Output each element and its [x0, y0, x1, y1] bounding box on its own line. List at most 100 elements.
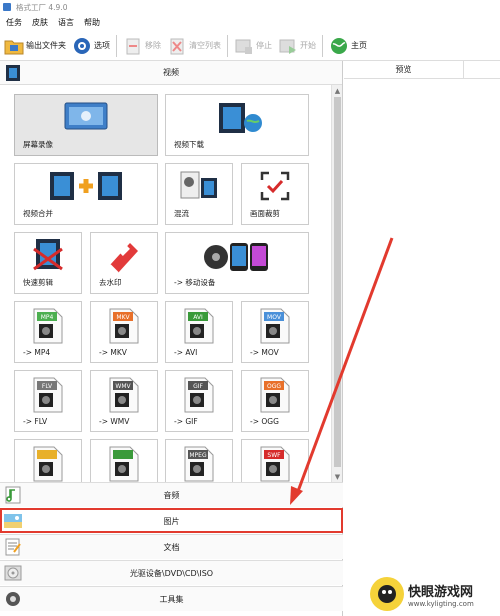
preview-column[interactable]: 预览 — [344, 60, 464, 79]
clear-list-button[interactable]: 清空列表 — [167, 33, 221, 59]
video-download-icon — [209, 101, 265, 135]
quick-clip-icon — [30, 239, 66, 273]
mux-icon — [179, 170, 219, 202]
format-badge: WMV — [115, 383, 131, 390]
menu-language[interactable]: 语言 — [58, 17, 74, 28]
tile-mkv[interactable]: MKV -> MKV — [90, 301, 158, 363]
tile-video-merge[interactable]: 视频合并 — [14, 163, 158, 225]
menu-task[interactable]: 任务 — [6, 17, 22, 28]
tile-ogg[interactable]: OGG -> OGG — [241, 370, 309, 432]
toolbar: 输出文件夹 选项 移除 清空列表 停止 开始 主页 — [0, 31, 500, 61]
tile-mobile-device[interactable]: -> 移动设备 — [165, 232, 309, 294]
menu-skin[interactable]: 皮肤 — [32, 17, 48, 28]
stop-icon — [234, 36, 254, 56]
function-panel: 视频 屏幕录像 视频下载 视频合并 混流 画面裁剪 快速剪辑 去水印 -> 移动… — [0, 61, 343, 616]
3gp-icon — [107, 446, 141, 482]
screen-record-icon — [63, 101, 109, 133]
format-badge: MP4 — [41, 314, 54, 321]
flv-icon: FLV — [31, 377, 65, 413]
remove-icon — [123, 36, 143, 56]
wmv-icon: WMV — [107, 377, 141, 413]
webm-icon — [31, 446, 65, 482]
tile-crop[interactable]: 画面裁剪 — [241, 163, 309, 225]
format-badge: GIF — [193, 383, 203, 390]
remove-watermark-icon — [106, 239, 142, 273]
tile-label: -> AVI — [174, 348, 198, 357]
mpeg-icon: MPEG — [182, 446, 216, 482]
tile-mp4[interactable]: MP4 -> MP4 — [14, 301, 82, 363]
app-icon — [3, 3, 11, 11]
start-button[interactable]: 开始 — [278, 33, 316, 59]
options-icon — [72, 36, 92, 56]
preview-header: 预览 — [344, 60, 500, 79]
folder-icon — [4, 36, 24, 56]
film-icon — [4, 64, 22, 82]
clear-icon — [167, 36, 187, 56]
scroll-thumb[interactable] — [334, 97, 341, 467]
video-merge-icon — [46, 170, 126, 202]
category-document[interactable]: 文档 — [0, 534, 343, 559]
tile-video-download[interactable]: 视频下载 — [165, 94, 309, 156]
format-badge: MPEG — [189, 452, 207, 459]
window-title: 格式工厂 4.9.0 — [16, 2, 68, 12]
tile-remove-watermark[interactable]: 去水印 — [90, 232, 158, 294]
remove-button[interactable]: 移除 — [123, 33, 161, 59]
format-badge: FLV — [42, 383, 53, 390]
tile-label: -> WMV — [99, 417, 130, 426]
menu-help[interactable]: 帮助 — [84, 17, 100, 28]
tile-flv[interactable]: FLV -> FLV — [14, 370, 82, 432]
tile-swf[interactable]: SWF — [241, 439, 309, 482]
format-badge: MOV — [267, 314, 282, 321]
ogg-icon: OGG — [258, 377, 292, 413]
category-picture[interactable]: 图片 — [0, 508, 343, 533]
stop-button[interactable]: 停止 — [234, 33, 272, 59]
tile-mux[interactable]: 混流 — [165, 163, 233, 225]
format-badge: SWF — [267, 452, 281, 459]
mkv-icon: MKV — [107, 308, 141, 344]
disc-icon — [4, 564, 22, 582]
title-bar: 格式工厂 4.9.0 — [0, 0, 500, 14]
vertical-scrollbar[interactable]: ▲ ▼ — [331, 85, 342, 482]
mp4-icon: MP4 — [31, 308, 65, 344]
tile-label: -> GIF — [174, 417, 198, 426]
tile-gif[interactable]: GIF -> GIF — [165, 370, 233, 432]
tile-label: -> MKV — [99, 348, 127, 357]
scroll-down-arrow-icon[interactable]: ▼ — [332, 471, 343, 482]
gif-icon: GIF — [182, 377, 216, 413]
tile-mpeg[interactable]: MPEG — [165, 439, 233, 482]
format-badge: OGG — [267, 383, 281, 390]
tile-webm[interactable] — [14, 439, 82, 482]
video-tiles-grid: 屏幕录像 视频下载 视频合并 混流 画面裁剪 快速剪辑 去水印 -> 移动设备 … — [0, 85, 331, 482]
category-video-header[interactable]: 视频 — [0, 61, 342, 85]
category-disc[interactable]: 光驱设备\DVD\CD\ISO — [0, 560, 343, 585]
output-folder-button[interactable]: 输出文件夹 — [4, 33, 66, 59]
options-button[interactable]: 选项 — [72, 33, 110, 59]
format-badge: AVI — [193, 314, 203, 321]
mobile-device-icon — [202, 239, 272, 273]
toolbar-separator — [322, 34, 323, 57]
preview-panel: 预览 — [344, 60, 500, 616]
avi-icon: AVI — [182, 308, 216, 344]
tile-wmv[interactable]: WMV -> WMV — [90, 370, 158, 432]
tile-quick-clip[interactable]: 快速剪辑 — [14, 232, 82, 294]
document-icon — [4, 538, 22, 556]
category-audio[interactable]: 音频 — [0, 482, 343, 507]
toolbar-separator — [227, 34, 228, 57]
tile-label: -> MOV — [250, 348, 279, 357]
start-icon — [278, 36, 298, 56]
scroll-up-arrow-icon[interactable]: ▲ — [332, 85, 343, 96]
tile-mov[interactable]: MOV -> MOV — [241, 301, 309, 363]
tile-screen-record[interactable]: 屏幕录像 — [14, 94, 158, 156]
home-button[interactable]: 主页 — [329, 33, 367, 59]
crop-icon — [259, 170, 291, 202]
picture-icon — [4, 512, 22, 530]
tile-avi[interactable]: AVI -> AVI — [165, 301, 233, 363]
site-watermark: 快眼游戏网 www.kyligting.com — [370, 572, 500, 616]
category-toolbox[interactable]: 工具集 — [0, 586, 343, 611]
watermark-logo-icon — [370, 577, 404, 611]
tile-3gp[interactable] — [90, 439, 158, 482]
toolbox-icon — [4, 590, 22, 608]
format-badge: MKV — [116, 314, 130, 321]
swf-icon: SWF — [258, 446, 292, 482]
home-globe-icon — [329, 36, 349, 56]
